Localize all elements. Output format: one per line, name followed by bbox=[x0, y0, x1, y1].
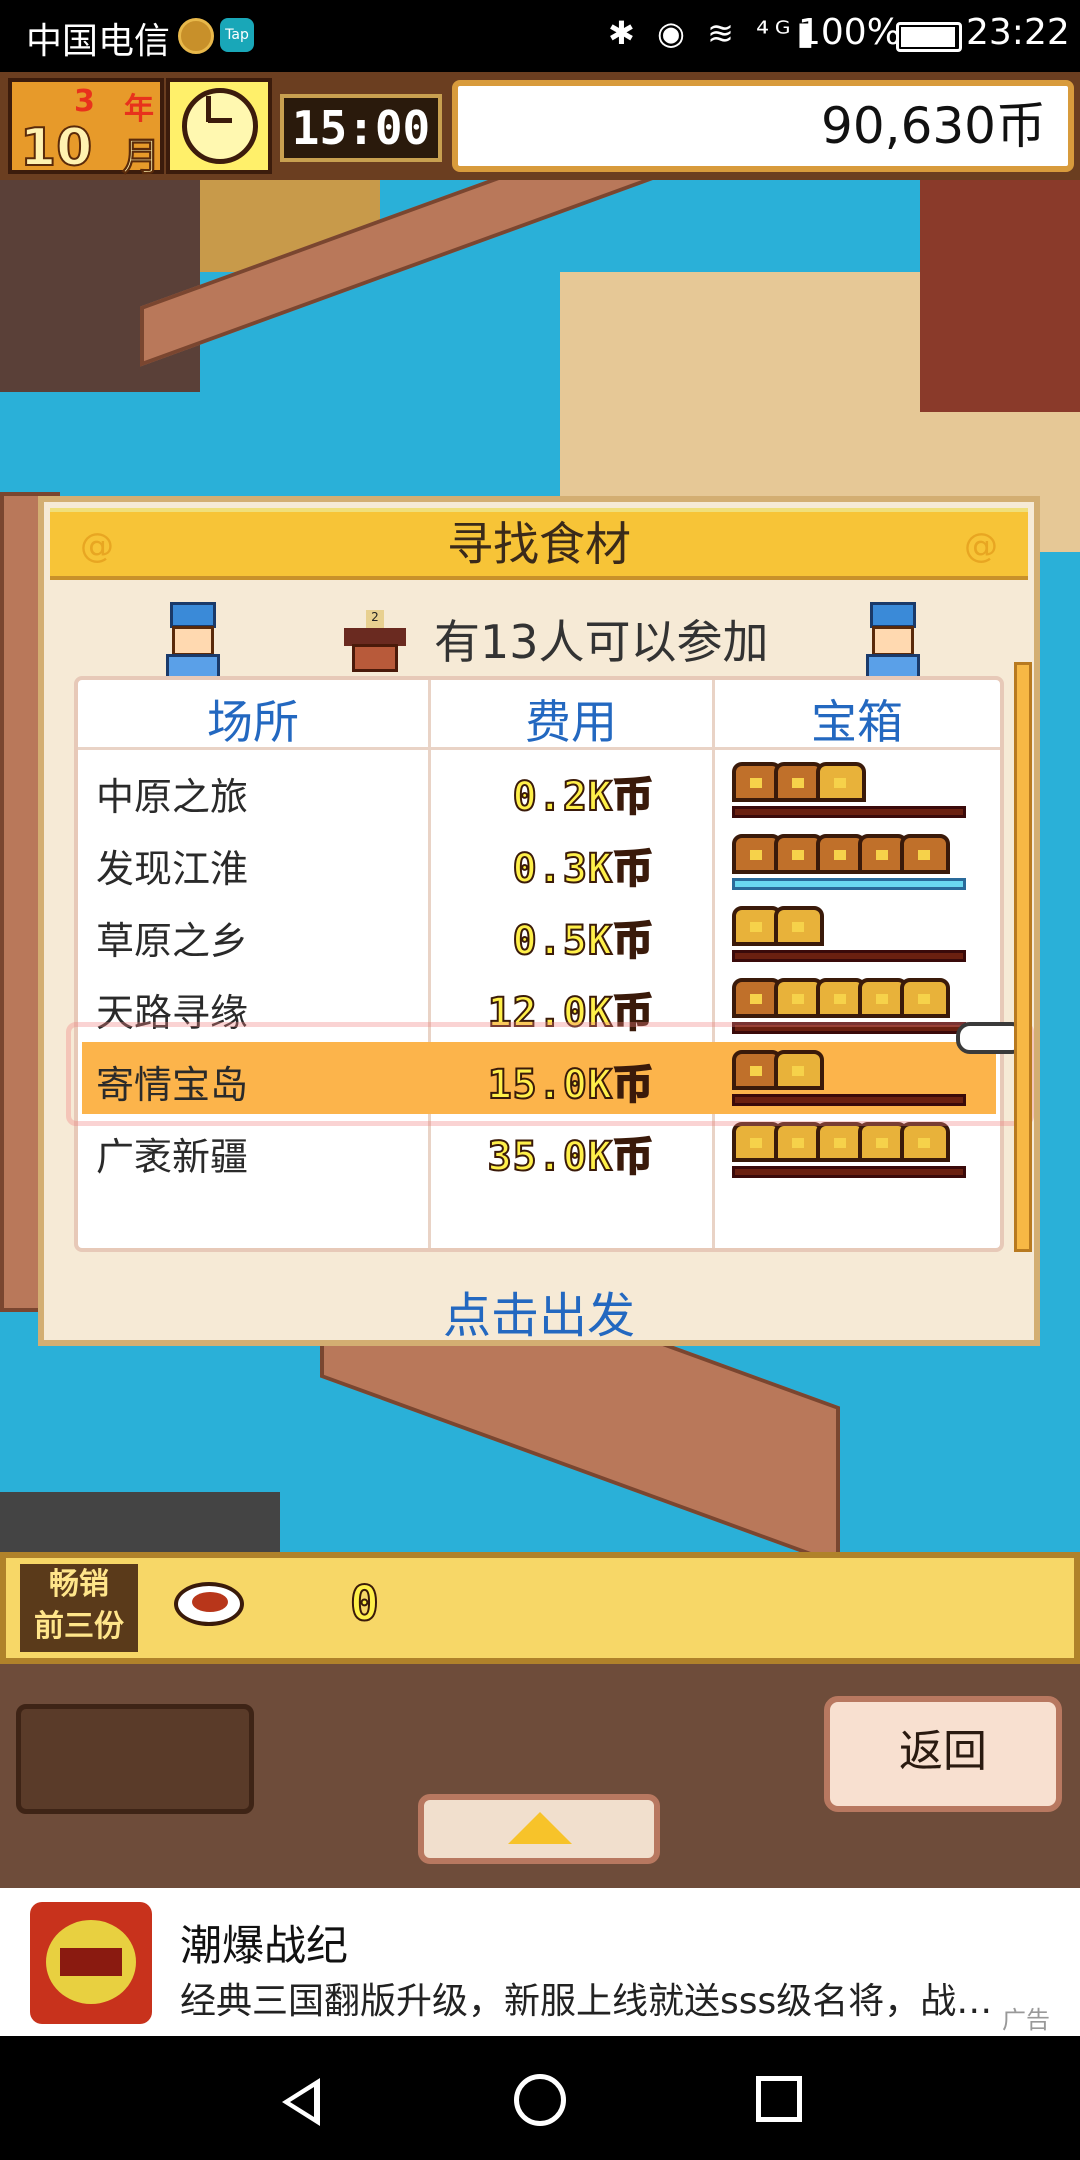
row-chests bbox=[732, 906, 972, 946]
table-header: 场所 费用 宝箱 bbox=[78, 680, 1000, 750]
dialog-title-bar: @ @ 寻找食材 bbox=[50, 508, 1028, 580]
chef-icon bbox=[162, 602, 224, 682]
back-button[interactable]: 返回 bbox=[824, 1696, 1062, 1812]
chef-icon bbox=[862, 602, 924, 682]
treasure-chest-icon bbox=[774, 906, 824, 946]
bestseller-label-line2: 前三份 bbox=[34, 1609, 124, 1644]
clock-icon bbox=[166, 78, 272, 174]
bestseller-bar: 畅销 前三份 0 bbox=[0, 1552, 1080, 1664]
participants-header: 2 有13人可以参加 bbox=[44, 598, 1034, 682]
treasure-chest-icon bbox=[816, 762, 866, 802]
participants-count: 有13人可以参加 bbox=[434, 615, 769, 669]
month-label: 月 bbox=[121, 135, 161, 180]
tap-notification-icon: Tap bbox=[220, 18, 254, 52]
status-bar: 中国电信 Tap ✱ ◉ ≋ ⁴ᴳ▮ 100% 23:22 bbox=[0, 0, 1080, 72]
treasure-chest-icon bbox=[900, 1122, 950, 1162]
table-row[interactable]: 草原之乡 0.5K币 bbox=[82, 898, 996, 970]
month-number: 10 bbox=[19, 117, 93, 179]
battery-icon bbox=[896, 22, 962, 52]
row-chests bbox=[732, 1122, 972, 1162]
table-row[interactable]: 中原之旅 0.2K币 bbox=[82, 754, 996, 826]
row-progress-bar bbox=[732, 950, 966, 962]
dish-icon bbox=[174, 1582, 244, 1626]
row-place: 中原之旅 bbox=[96, 775, 249, 819]
selection-highlight bbox=[66, 1022, 1034, 1126]
row-progress-bar bbox=[732, 806, 966, 818]
date-display: 3 年 10 月 bbox=[8, 78, 164, 180]
bestseller-label-line1: 畅销 bbox=[49, 1567, 109, 1602]
row-cost: 0.3K币 bbox=[512, 845, 654, 893]
status-time: 23:22 bbox=[966, 12, 1070, 53]
row-chests bbox=[732, 834, 972, 874]
column-header-chest: 宝箱 bbox=[811, 695, 903, 749]
row-cost: 0.2K币 bbox=[512, 773, 654, 821]
battery-percent: 100% bbox=[798, 12, 901, 53]
building-right bbox=[920, 172, 1080, 412]
carrier-label: 中国电信 bbox=[26, 21, 171, 62]
signal-icons: ✱ ◉ ≋ ⁴ᴳ▮ bbox=[608, 14, 821, 52]
dialog-title: 寻找食材 bbox=[447, 517, 631, 571]
ad-title[interactable]: 潮爆战纪 bbox=[180, 1912, 348, 1973]
empty-slot bbox=[16, 1704, 254, 1814]
depart-button[interactable]: 点击出发 bbox=[44, 1276, 1034, 1346]
ad-label: 广告 bbox=[1002, 2006, 1050, 2034]
ad-app-icon[interactable] bbox=[30, 1902, 152, 2024]
row-chests bbox=[732, 762, 972, 802]
row-chests bbox=[732, 978, 972, 1018]
nav-home-icon[interactable] bbox=[514, 2074, 566, 2126]
row-cost: 35.0K币 bbox=[487, 1133, 654, 1181]
year-label: 年 bbox=[124, 92, 154, 127]
top-hud: 3 年 10 月 15:00 90,630币 bbox=[0, 72, 1080, 180]
year-number: 3 bbox=[74, 84, 95, 119]
up-arrow-icon bbox=[508, 1812, 572, 1844]
bestseller-count: 0 bbox=[349, 1575, 380, 1633]
treasure-chest-icon bbox=[900, 978, 950, 1018]
destination-table: 场所 费用 宝箱 中原之旅 0.2K币 发现江淮 0.3K币 草原之乡 0.5K币 天路寻缘… bbox=[74, 676, 1004, 1252]
find-ingredients-dialog: @ @ 寻找食材 2 有13人可以参加 场所 费用 宝箱 中原之旅 0.2K币发现… bbox=[38, 496, 1040, 1346]
ad-description[interactable]: 经典三国翻版升级，新服上线就送sss级名将，战… bbox=[180, 1972, 1050, 2024]
bottom-panel: 返回 bbox=[0, 1664, 1080, 1888]
row-place: 广袤新疆 bbox=[96, 1135, 249, 1179]
row-place: 草原之乡 bbox=[96, 919, 249, 963]
navigation-bar bbox=[0, 2036, 1080, 2160]
bestseller-label: 畅销 前三份 bbox=[20, 1564, 138, 1652]
coin-notification-icon bbox=[178, 18, 214, 54]
shrine-icon: 2 bbox=[344, 610, 406, 672]
row-cost: 0.5K币 bbox=[512, 917, 654, 965]
column-header-cost: 费用 bbox=[525, 695, 617, 749]
column-header-place: 场所 bbox=[207, 695, 299, 749]
nav-back-icon[interactable] bbox=[282, 2078, 320, 2126]
money-display: 90,630币 bbox=[452, 80, 1074, 172]
row-progress-bar bbox=[732, 878, 966, 890]
row-place: 发现江淮 bbox=[96, 847, 249, 891]
game-time: 15:00 bbox=[280, 94, 442, 162]
row-progress-bar bbox=[732, 1166, 966, 1178]
expand-menu-button[interactable] bbox=[418, 1794, 660, 1864]
treasure-chest-icon bbox=[900, 834, 950, 874]
nav-recent-icon[interactable] bbox=[756, 2076, 802, 2122]
list-scrollbar[interactable] bbox=[1014, 662, 1032, 1252]
table-row[interactable]: 发现江淮 0.3K币 bbox=[82, 826, 996, 898]
ad-banner[interactable]: 潮爆战纪 经典三国翻版升级，新服上线就送sss级名将，战… 广告 bbox=[0, 1888, 1080, 2036]
